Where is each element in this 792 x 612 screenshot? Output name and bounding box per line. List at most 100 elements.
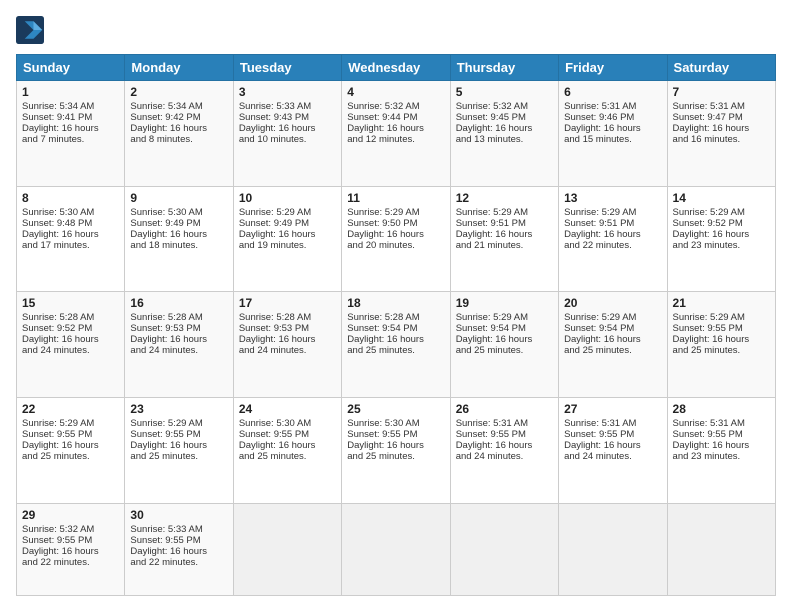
day-info: Daylight: 16 hours: [456, 229, 553, 240]
calendar-cell: 10Sunrise: 5:29 AMSunset: 9:49 PMDayligh…: [233, 186, 341, 292]
day-info: Daylight: 16 hours: [564, 229, 661, 240]
day-number: 12: [456, 191, 553, 205]
day-info: Sunset: 9:43 PM: [239, 112, 336, 123]
day-info: Sunset: 9:51 PM: [564, 218, 661, 229]
day-info: and 25 minutes.: [564, 345, 661, 356]
calendar-cell: 1Sunrise: 5:34 AMSunset: 9:41 PMDaylight…: [17, 81, 125, 187]
day-info: Daylight: 16 hours: [130, 229, 227, 240]
day-info: Sunset: 9:48 PM: [22, 218, 119, 229]
day-info: Sunrise: 5:34 AM: [22, 101, 119, 112]
day-number: 11: [347, 191, 444, 205]
day-info: and 22 minutes.: [564, 240, 661, 251]
day-info: Sunset: 9:52 PM: [673, 218, 770, 229]
calendar-cell: [233, 503, 341, 595]
day-info: Daylight: 16 hours: [347, 440, 444, 451]
day-info: and 24 minutes.: [22, 345, 119, 356]
day-info: Sunrise: 5:30 AM: [22, 207, 119, 218]
day-header-monday: Monday: [125, 55, 233, 81]
day-info: Sunrise: 5:29 AM: [564, 312, 661, 323]
day-info: and 24 minutes.: [456, 451, 553, 462]
day-header-sunday: Sunday: [17, 55, 125, 81]
calendar-header-row: SundayMondayTuesdayWednesdayThursdayFrid…: [17, 55, 776, 81]
day-info: Sunrise: 5:28 AM: [347, 312, 444, 323]
day-info: Sunrise: 5:31 AM: [564, 101, 661, 112]
day-info: Daylight: 16 hours: [22, 546, 119, 557]
day-info: Sunrise: 5:34 AM: [130, 101, 227, 112]
day-info: Sunset: 9:47 PM: [673, 112, 770, 123]
day-info: Daylight: 16 hours: [130, 334, 227, 345]
day-info: and 10 minutes.: [239, 134, 336, 145]
day-info: Sunrise: 5:29 AM: [673, 207, 770, 218]
day-number: 18: [347, 296, 444, 310]
day-info: and 18 minutes.: [130, 240, 227, 251]
page: SundayMondayTuesdayWednesdayThursdayFrid…: [0, 0, 792, 612]
day-info: and 25 minutes.: [347, 451, 444, 462]
calendar-cell: 9Sunrise: 5:30 AMSunset: 9:49 PMDaylight…: [125, 186, 233, 292]
day-info: Sunset: 9:51 PM: [456, 218, 553, 229]
day-info: Daylight: 16 hours: [347, 334, 444, 345]
day-number: 25: [347, 402, 444, 416]
day-info: Sunset: 9:41 PM: [22, 112, 119, 123]
day-info: and 8 minutes.: [130, 134, 227, 145]
day-info: Sunrise: 5:29 AM: [456, 312, 553, 323]
day-info: Daylight: 16 hours: [673, 229, 770, 240]
day-info: Sunrise: 5:29 AM: [564, 207, 661, 218]
day-number: 29: [22, 508, 119, 522]
day-info: Daylight: 16 hours: [564, 440, 661, 451]
day-info: Sunrise: 5:29 AM: [347, 207, 444, 218]
day-info: and 25 minutes.: [239, 451, 336, 462]
day-number: 22: [22, 402, 119, 416]
day-header-thursday: Thursday: [450, 55, 558, 81]
day-number: 13: [564, 191, 661, 205]
calendar-cell: 7Sunrise: 5:31 AMSunset: 9:47 PMDaylight…: [667, 81, 775, 187]
day-number: 15: [22, 296, 119, 310]
calendar-cell: 4Sunrise: 5:32 AMSunset: 9:44 PMDaylight…: [342, 81, 450, 187]
day-info: Sunset: 9:54 PM: [456, 323, 553, 334]
day-info: Daylight: 16 hours: [564, 334, 661, 345]
day-number: 2: [130, 85, 227, 99]
calendar-cell: 18Sunrise: 5:28 AMSunset: 9:54 PMDayligh…: [342, 292, 450, 398]
day-info: Sunrise: 5:31 AM: [564, 418, 661, 429]
day-info: Sunset: 9:55 PM: [673, 429, 770, 440]
calendar-cell: 22Sunrise: 5:29 AMSunset: 9:55 PMDayligh…: [17, 397, 125, 503]
day-info: Daylight: 16 hours: [239, 229, 336, 240]
day-number: 7: [673, 85, 770, 99]
day-info: Sunrise: 5:29 AM: [456, 207, 553, 218]
day-info: Daylight: 16 hours: [22, 440, 119, 451]
day-info: and 25 minutes.: [673, 345, 770, 356]
day-info: Sunrise: 5:33 AM: [130, 524, 227, 535]
calendar-cell: 2Sunrise: 5:34 AMSunset: 9:42 PMDaylight…: [125, 81, 233, 187]
calendar-cell: 8Sunrise: 5:30 AMSunset: 9:48 PMDaylight…: [17, 186, 125, 292]
calendar-cell: 26Sunrise: 5:31 AMSunset: 9:55 PMDayligh…: [450, 397, 558, 503]
day-info: Daylight: 16 hours: [347, 123, 444, 134]
calendar-cell: 5Sunrise: 5:32 AMSunset: 9:45 PMDaylight…: [450, 81, 558, 187]
logo-icon: [16, 16, 44, 44]
day-number: 5: [456, 85, 553, 99]
calendar-table: SundayMondayTuesdayWednesdayThursdayFrid…: [16, 54, 776, 596]
day-info: and 12 minutes.: [347, 134, 444, 145]
day-info: Sunrise: 5:30 AM: [347, 418, 444, 429]
day-number: 20: [564, 296, 661, 310]
day-info: Daylight: 16 hours: [239, 440, 336, 451]
day-number: 10: [239, 191, 336, 205]
day-info: Sunrise: 5:33 AM: [239, 101, 336, 112]
day-info: Sunrise: 5:28 AM: [130, 312, 227, 323]
calendar-cell: 23Sunrise: 5:29 AMSunset: 9:55 PMDayligh…: [125, 397, 233, 503]
day-info: Sunrise: 5:30 AM: [130, 207, 227, 218]
day-info: and 25 minutes.: [130, 451, 227, 462]
day-info: Sunset: 9:46 PM: [564, 112, 661, 123]
calendar-week-4: 22Sunrise: 5:29 AMSunset: 9:55 PMDayligh…: [17, 397, 776, 503]
day-info: Sunset: 9:52 PM: [22, 323, 119, 334]
day-info: Daylight: 16 hours: [456, 334, 553, 345]
day-info: Sunrise: 5:32 AM: [456, 101, 553, 112]
calendar-week-1: 1Sunrise: 5:34 AMSunset: 9:41 PMDaylight…: [17, 81, 776, 187]
day-info: Sunrise: 5:31 AM: [673, 101, 770, 112]
day-info: Sunset: 9:55 PM: [22, 429, 119, 440]
day-info: and 24 minutes.: [564, 451, 661, 462]
day-header-saturday: Saturday: [667, 55, 775, 81]
day-info: and 15 minutes.: [564, 134, 661, 145]
day-info: and 21 minutes.: [456, 240, 553, 251]
calendar-cell: [559, 503, 667, 595]
day-info: and 7 minutes.: [22, 134, 119, 145]
day-info: Sunset: 9:49 PM: [130, 218, 227, 229]
